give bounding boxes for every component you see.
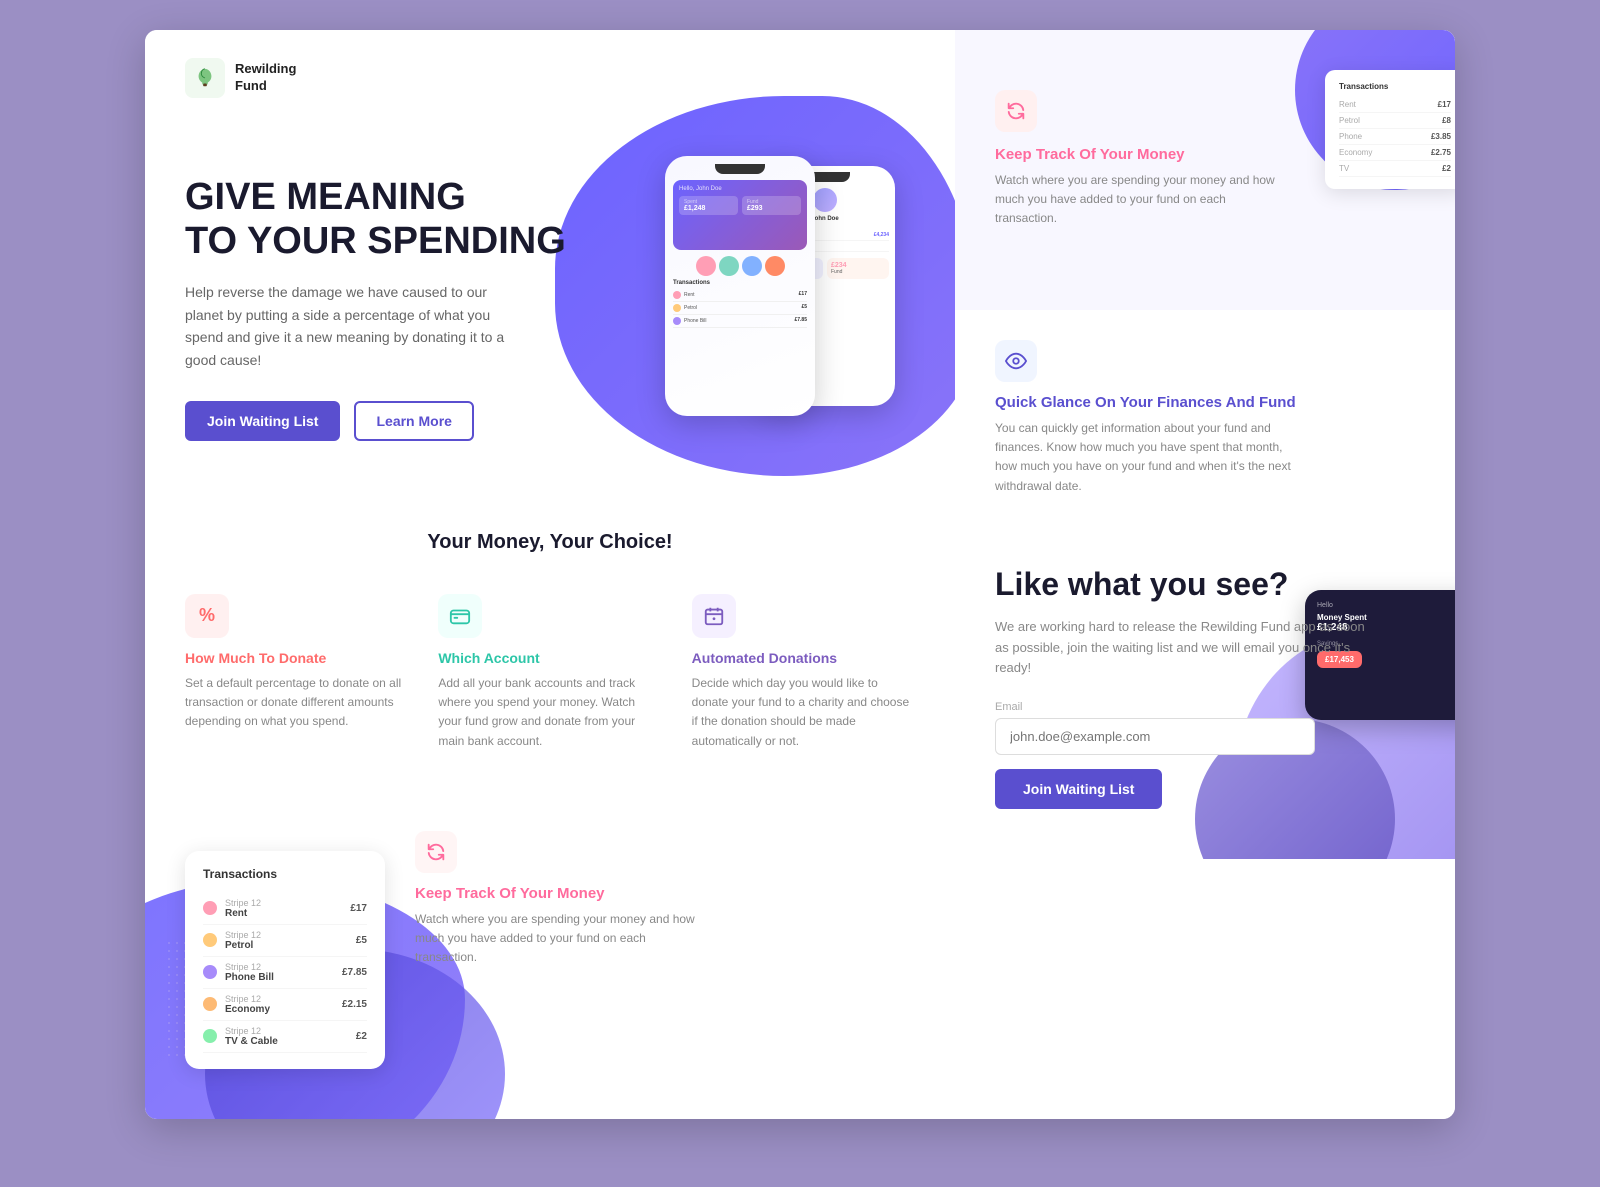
quick-glance-title: Quick Glance On Your Finances And Fund — [995, 394, 1415, 411]
quick-glance-desc: You can quickly get information about yo… — [995, 419, 1295, 496]
table-row: Stripe 12 Rent £17 — [203, 893, 367, 925]
learn-more-button[interactable]: Learn More — [354, 401, 473, 441]
join-waiting-list-bottom-button[interactable]: Join Waiting List — [995, 769, 1162, 809]
like-desc: We are working hard to release the Rewil… — [995, 617, 1375, 679]
right-panel: Transactions Rent£17 Petrol£8 Phone£3.85… — [955, 30, 1455, 1119]
email-input[interactable] — [995, 718, 1315, 755]
keep-track-section: Keep Track Of Your Money Watch where you… — [385, 811, 695, 1069]
keep-track-title: Keep Track Of Your Money — [415, 885, 695, 902]
hero-section: John Doe Balance£4,234 Fund Accounts £1,… — [145, 126, 955, 481]
section-title: Your Money, Your Choice! — [185, 531, 915, 554]
left-panel: Rewilding Fund John Doe Balance£4,234 Fu… — [145, 30, 955, 1119]
transactions-card: Transactions Stripe 12 Rent £17 — [185, 851, 385, 1069]
card-icon — [438, 594, 482, 638]
table-row: Stripe 12 Phone Bill £7.85 — [203, 957, 367, 989]
table-row: Stripe 12 Economy £2.15 — [203, 989, 367, 1021]
email-label: Email — [995, 701, 1415, 713]
like-section: Like what you see? We are working hard t… — [955, 526, 1455, 859]
right-top-section: Transactions Rent£17 Petrol£8 Phone£3.85… — [955, 30, 1455, 310]
logo-icon — [185, 58, 225, 98]
transactions-card-title: Transactions — [203, 867, 367, 881]
feature-which-account: Which Account Add all your bank accounts… — [438, 594, 661, 751]
hero-content: GIVE MEANING TO YOUR SPENDING Help rever… — [185, 146, 915, 441]
join-waiting-list-button[interactable]: Join Waiting List — [185, 401, 340, 441]
calendar-icon — [692, 594, 736, 638]
table-row: Stripe 12 TV & Cable £2 — [203, 1021, 367, 1053]
feature-title-account: Which Account — [438, 650, 661, 666]
feature-title-how-much: How Much To Donate — [185, 650, 408, 666]
right-keep-track-feature: Keep Track Of Your Money Watch where you… — [995, 90, 1415, 229]
feature-automated: Automated Donations Decide which day you… — [692, 594, 915, 751]
quick-glance-section: Hello Money Spent £1,248 Savings £17,453… — [955, 310, 1455, 526]
percentage-icon: % — [185, 594, 229, 638]
feature-title-automated: Automated Donations — [692, 650, 915, 666]
quick-glance-icon — [995, 340, 1037, 382]
logo-text: Rewilding Fund — [235, 61, 296, 95]
features-grid: % How Much To Donate Set a default perce… — [185, 594, 915, 751]
right-keep-track-desc: Watch where you are spending your money … — [995, 171, 1275, 229]
hero-buttons: Join Waiting List Learn More — [185, 401, 915, 441]
feature-how-much: % How Much To Donate Set a default perce… — [185, 594, 408, 751]
feature-desc-how-much: Set a default percentage to donate on al… — [185, 674, 408, 732]
feature-desc-automated: Decide which day you would like to donat… — [692, 674, 915, 751]
hero-title: GIVE MEANING TO YOUR SPENDING — [185, 176, 915, 263]
your-money-section: Your Money, Your Choice! % How Much To D… — [145, 481, 955, 781]
table-row: Stripe 12 Petrol £5 — [203, 925, 367, 957]
keep-track-icon — [415, 831, 457, 873]
right-keep-track-icon — [995, 90, 1037, 132]
keep-track-desc: Watch where you are spending your money … — [415, 910, 695, 968]
hero-subtitle: Help reverse the damage we have caused t… — [185, 281, 505, 371]
like-content: Like what you see? We are working hard t… — [995, 566, 1415, 809]
like-title: Like what you see? — [995, 566, 1415, 603]
right-keep-track-title: Keep Track Of Your Money — [995, 146, 1415, 163]
bottom-section: Transactions Stripe 12 Rent £17 — [145, 781, 955, 1119]
feature-desc-account: Add all your bank accounts and track whe… — [438, 674, 661, 751]
